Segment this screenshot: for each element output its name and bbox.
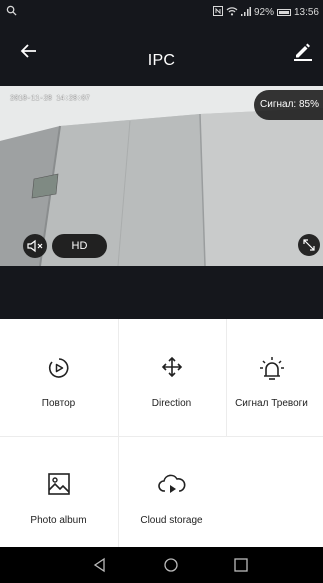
- battery-percent: 92%: [253, 7, 274, 18]
- video-controls-strip: [0, 266, 323, 319]
- fullscreen-icon[interactable]: [298, 234, 320, 256]
- status-bar: 92% 13:56: [0, 0, 323, 24]
- app-bar: IPC: [0, 24, 323, 86]
- replay-icon: [46, 355, 72, 386]
- status-right: 92% 13:56: [212, 6, 319, 19]
- nfc-icon: [212, 6, 223, 19]
- nav-home-icon[interactable]: [163, 557, 179, 573]
- function-label: Сигнал Тревоги: [235, 398, 308, 409]
- system-nav-bar: [0, 547, 323, 583]
- function-label: Direction: [151, 398, 192, 409]
- alarm-icon: [258, 355, 286, 386]
- function-replay[interactable]: Повтор: [5, 319, 112, 433]
- battery-icon: [276, 9, 291, 16]
- function-label: Повтор: [41, 398, 76, 409]
- nav-back-icon[interactable]: [92, 557, 108, 573]
- function-alarm[interactable]: Сигнал Тревоги: [218, 319, 323, 433]
- function-label: Cloud storage: [140, 515, 203, 526]
- hd-quality-button[interactable]: HD: [52, 234, 107, 258]
- page-title: IPC: [147, 52, 176, 69]
- mute-icon[interactable]: [23, 234, 47, 258]
- function-photo-album[interactable]: Photo album: [5, 436, 112, 550]
- edit-pencil-icon[interactable]: [292, 40, 322, 70]
- video-stream[interactable]: 2018-11-28 14:28:07 Сигнал: 85% HD: [0, 86, 323, 266]
- wifi-icon: [226, 6, 238, 19]
- function-grid: Повтор Direction Сигнал Тревоги Photo al…: [0, 319, 323, 547]
- signal-icon: [240, 6, 251, 19]
- function-cloud-storage[interactable]: Cloud storage: [118, 436, 225, 550]
- cloud-storage-icon: [157, 472, 187, 501]
- search-icon: [6, 5, 17, 19]
- function-direction[interactable]: Direction: [118, 319, 225, 433]
- function-label: Photo album: [30, 515, 87, 526]
- signal-badge: Сигнал: 85%: [254, 90, 323, 120]
- photo-album-icon: [47, 472, 71, 501]
- nav-recents-icon[interactable]: [233, 557, 249, 573]
- video-timestamp: 2018-11-28 14:28:07: [10, 95, 90, 103]
- clock: 13:56: [293, 7, 319, 18]
- direction-arrows-icon: [160, 355, 184, 384]
